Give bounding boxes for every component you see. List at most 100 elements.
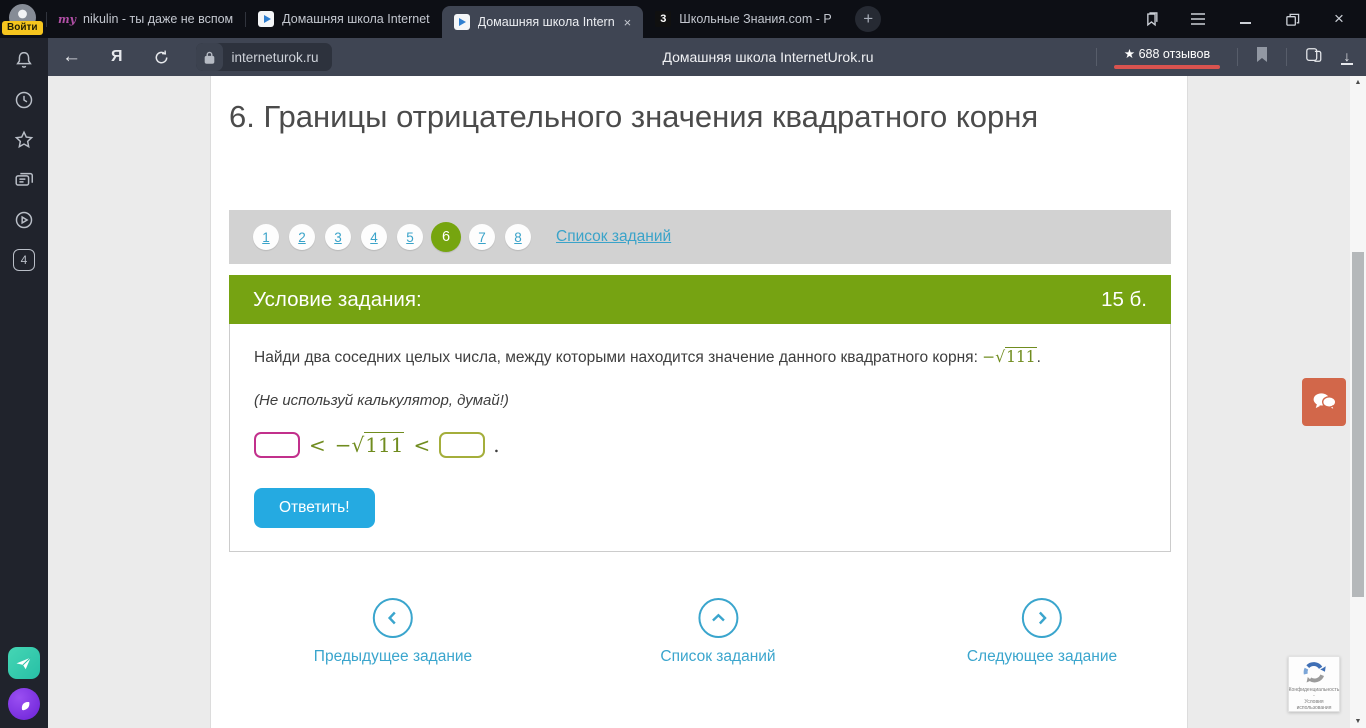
reload-icon[interactable] [153,49,170,66]
recaptcha-logo [1303,662,1326,683]
profile-area[interactable]: Войти [0,0,46,38]
bookmark-flag-icon[interactable] [1255,46,1269,68]
feed-cards-icon[interactable] [12,168,36,192]
restore-icon[interactable] [1283,10,1301,28]
close-window-icon[interactable]: × [1330,9,1348,28]
next-task-label[interactable]: Следующее задание [967,648,1117,666]
prev-task-button[interactable]: Предыдущее задание [314,598,472,666]
scroll-down-arrow[interactable]: ▼ [1350,718,1366,725]
divider [1237,48,1238,66]
next-task-button[interactable]: Следующее задание [967,598,1117,666]
tab-count: 4 [13,249,35,271]
page-content: 6. Границы отрицательного значения квадр… [48,76,1350,728]
bookmarks-panel-icon[interactable] [1142,10,1160,28]
task-page-title: 6. Границы отрицательного значения квадр… [229,99,1039,134]
notifications-bell-icon[interactable] [12,48,36,72]
music-site-favicon: my [57,12,77,26]
tab-title: Школьные Знания.com - Р [679,12,832,26]
sidebar-bottom [8,647,40,728]
new-tab-button[interactable]: + [855,6,882,32]
divider [1286,48,1287,66]
window-controls: × [1142,9,1366,28]
answer-button[interactable]: Ответить! [254,488,375,528]
znanija-favicon: 3 [655,11,672,27]
tab-bar: Войти my nikulin - ты даже не вспом Дома… [0,0,1366,38]
menu-icon[interactable] [1189,10,1207,28]
tab-interneturok-1[interactable]: Домашняя школа Internet [246,0,441,38]
chat-bubbles-icon [1313,393,1337,411]
interneturok-favicon [258,11,275,27]
scroll-up-arrow[interactable]: ▲ [1350,79,1366,86]
tab-counter-button[interactable]: 4 [12,248,36,272]
task-pagination: 1 2 3 4 5 6 7 8 Список заданий [229,210,1171,264]
question-text: Найди два соседних целых числа, между ко… [254,349,983,366]
upper-bound-input[interactable] [439,432,486,458]
answer-formula: < −√111 < . [254,432,500,458]
tab-music[interactable]: my nikulin - ты даже не вспом [47,0,245,38]
messenger-button[interactable] [8,647,40,679]
task-card: Найди два соседних целых числа, между ко… [229,324,1171,552]
math-expression: −√111 [982,347,1037,366]
page-scrollbar[interactable]: ▲ ▼ [1350,76,1366,728]
tab-interneturok-active[interactable]: Домашняя школа Intern × [441,6,644,38]
chevron-left-icon[interactable] [372,598,413,638]
task-number-4[interactable]: 4 [361,224,387,250]
down-arrow-glyph: ↓ [1343,47,1351,64]
alice-assistant-button[interactable] [8,688,40,720]
math-expression: −√111 [334,432,405,457]
support-chat-button[interactable] [1302,378,1346,426]
prev-task-label[interactable]: Предыдущее задание [314,648,472,666]
task-hint: (Не используй калькулятор, думай!) [254,392,509,409]
task-condition-header: Условие задания: 15 б. [229,275,1171,324]
condition-label: Условие задания: [253,287,422,311]
interneturok-favicon [453,14,470,30]
task-number-2[interactable]: 2 [289,224,315,250]
less-than-sign: < [413,433,431,457]
recaptcha-badge[interactable]: Конфиденциальность - Условия использован… [1288,656,1340,712]
points-badge: 15 б. [1101,287,1147,311]
secure-lock-icon[interactable] [195,43,223,71]
period: . [493,433,500,457]
address-bar[interactable]: interneturok.ru [195,43,332,71]
tab-title: nikulin - ты даже не вспом [83,12,234,26]
paper-plane-icon [16,657,32,670]
task-number-6-active[interactable]: 6 [431,222,461,252]
bookmarks-star-icon[interactable] [12,128,36,152]
task-navigation: Предыдущее задание Список заданий Следую… [229,598,1171,698]
scrollbar-thumb[interactable] [1352,252,1364,597]
back-button[interactable]: ← [62,46,81,68]
task-number-7[interactable]: 7 [469,224,495,250]
task-list-link[interactable]: Список заданий [556,228,671,246]
task-number-3[interactable]: 3 [325,224,351,250]
less-than-sign: < [309,433,326,457]
rating-bar [1114,64,1220,69]
task-list-label[interactable]: Список заданий [660,648,775,666]
lower-bound-input[interactable] [254,432,300,458]
downloads-icon[interactable]: ↓ [1341,47,1353,65]
yandex-logo-button[interactable]: Я [111,48,123,66]
login-badge[interactable]: Войти [2,21,43,35]
minimize-icon[interactable] [1236,10,1254,28]
task-question: Найди два соседних целых числа, между ко… [254,347,1041,366]
tab-znanija[interactable]: 3 Школьные Знания.com - Р [643,0,843,38]
chevron-right-icon[interactable] [1021,598,1062,638]
address-toolbar: ← Я interneturok.ru Домашняя школа Inter… [48,38,1366,76]
tab-title: Домашняя школа Internet [282,12,430,26]
video-play-icon[interactable] [12,208,36,232]
tab-close-icon[interactable]: × [624,15,632,30]
task-number-5[interactable]: 5 [397,224,423,250]
history-clock-icon[interactable] [12,88,36,112]
task-list-button[interactable]: Список заданий [660,598,776,666]
recaptcha-terms[interactable]: Конфиденциальность - Условия использован… [1289,687,1340,711]
collections-icon[interactable] [1304,46,1324,69]
tab-title: Домашняя школа Intern [477,15,615,29]
alice-icon [21,702,30,711]
task-number-8[interactable]: 8 [505,224,531,250]
browser-window: Войти my nikulin - ты даже не вспом Дома… [0,0,1366,728]
url-text[interactable]: interneturok.ru [232,50,319,65]
task-number-1[interactable]: 1 [253,224,279,250]
toolbar-page-title: Домашняя школа InternetUrok.ru [662,49,874,65]
lesson-panel: 6. Границы отрицательного значения квадр… [210,76,1188,728]
chevron-up-icon[interactable] [698,598,738,638]
browser-sidebar: 4 [0,38,48,728]
